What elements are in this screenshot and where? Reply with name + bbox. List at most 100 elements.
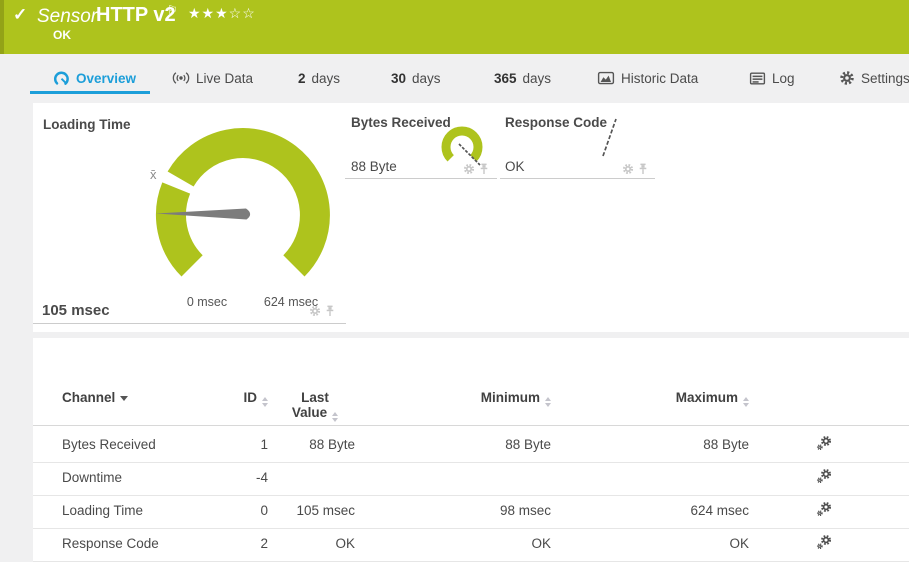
cell-id: 2 — [168, 536, 268, 551]
column-header-label: Last — [275, 390, 355, 405]
cell-min: 88 Byte — [431, 437, 551, 452]
average-marker: x̄ — [150, 167, 157, 182]
tab-label: days — [523, 71, 552, 86]
channel-settings-gears-icon[interactable] — [816, 435, 832, 451]
tab-label: Overview — [76, 71, 136, 86]
column-header-id[interactable]: ID — [168, 390, 268, 408]
active-tab-underline — [30, 91, 150, 94]
gauge-title-response-code: Response Code — [505, 115, 607, 130]
tile-divider — [500, 178, 655, 179]
gear-icon[interactable] — [463, 163, 475, 175]
tab-label: Live Data — [196, 71, 253, 86]
cell-min: OK — [431, 536, 551, 551]
cell-channel: Downtime — [62, 470, 122, 485]
tab-log[interactable]: Log — [749, 66, 795, 90]
pin-icon[interactable] — [479, 163, 489, 175]
priority-flag-icon[interactable]: ⚐ — [167, 3, 178, 17]
tab-30-days[interactable]: 30 days — [391, 66, 441, 90]
priority-stars[interactable]: ★★★☆☆ — [188, 5, 256, 22]
tab-settings[interactable]: Settings — [839, 66, 909, 90]
cell-max: OK — [629, 536, 749, 551]
tab-number: 30 — [391, 71, 406, 86]
channel-settings-gears-icon[interactable] — [816, 468, 832, 484]
column-header-label: Maximum — [676, 390, 738, 405]
log-icon — [749, 71, 766, 86]
channels-table-panel: Channel ID Last Value Minimum Maximum By… — [33, 338, 909, 562]
tab-number: 365 — [494, 71, 517, 86]
tab-label: Historic Data — [621, 71, 698, 86]
sort-icon — [332, 412, 338, 422]
sort-desc-icon — [120, 396, 128, 401]
cell-last: 105 msec — [255, 503, 355, 518]
sensor-status-badge: OK — [53, 28, 71, 42]
cell-max: 88 Byte — [629, 437, 749, 452]
bytes-received-value: 88 Byte — [351, 159, 397, 174]
column-header-minimum[interactable]: Minimum — [431, 390, 551, 408]
tab-overview[interactable]: Overview — [53, 66, 136, 90]
live-data-icon — [172, 70, 190, 86]
cell-channel: Bytes Received — [62, 437, 156, 452]
scale-min-label: 0 msec — [167, 295, 247, 309]
column-header-label: Value — [292, 405, 327, 420]
tile-divider — [33, 323, 346, 324]
tab-label: days — [312, 71, 341, 86]
cell-id: 1 — [168, 437, 268, 452]
cell-id: -4 — [168, 470, 268, 485]
tile-divider — [345, 178, 497, 179]
tab-historic-data[interactable]: Historic Data — [597, 66, 698, 90]
tab-label: Settings — [861, 71, 909, 86]
bytes-received-tile: Bytes Received 88 Byte — [345, 103, 497, 179]
column-header-maximum[interactable]: Maximum — [629, 390, 749, 408]
gear-icon[interactable] — [622, 163, 634, 175]
response-code-tile-actions — [622, 163, 648, 175]
column-header-label: ID — [244, 390, 258, 405]
row-divider — [33, 528, 909, 529]
cell-last: OK — [255, 536, 355, 551]
sort-icon — [262, 397, 268, 407]
response-code-gauge — [595, 116, 625, 161]
tab-number: 2 — [298, 71, 306, 86]
header-accent-strip — [0, 0, 4, 54]
gauge-icon — [53, 70, 70, 87]
sort-icon — [743, 397, 749, 407]
response-code-value: OK — [505, 159, 525, 174]
column-header-last-value[interactable]: Last Value — [275, 390, 355, 423]
column-header-label: Minimum — [481, 390, 540, 405]
tab-2-days[interactable]: 2 days — [298, 66, 340, 90]
gauge-title-loading-time: Loading Time — [43, 117, 131, 132]
pin-icon[interactable] — [638, 163, 648, 175]
channel-settings-gears-icon[interactable] — [816, 534, 832, 550]
sensor-kind-label: Sensor — [37, 6, 97, 28]
gauges-panel: Loading Time x̄ 0 msec 624 msec 105 msec — [33, 103, 909, 332]
settings-icon — [839, 70, 855, 86]
loading-time-gauge: x̄ — [138, 111, 348, 311]
tab-365-days[interactable]: 365 days — [494, 66, 551, 90]
sensor-title: HTTP v2 — [96, 4, 176, 27]
cell-id: 0 — [168, 503, 268, 518]
tab-label: days — [412, 71, 441, 86]
loading-time-value: 105 msec — [42, 302, 110, 319]
column-header-channel[interactable]: Channel — [62, 390, 128, 405]
gauge-needle — [603, 119, 616, 156]
row-divider — [33, 495, 909, 496]
cell-channel: Response Code — [62, 536, 159, 551]
tab-live-data[interactable]: Live Data — [172, 66, 253, 90]
sensor-header: ✓ Sensor HTTP v2 ⚐ ★★★☆☆ OK — [0, 0, 909, 54]
gear-icon[interactable] — [309, 305, 321, 317]
column-header-label: Channel — [62, 390, 115, 405]
sort-icon — [545, 397, 551, 407]
table-header-divider — [33, 425, 909, 426]
channel-settings-gears-icon[interactable] — [816, 501, 832, 517]
cell-last: 88 Byte — [255, 437, 355, 452]
cell-channel: Loading Time — [62, 503, 143, 518]
bytes-received-tile-actions — [463, 163, 489, 175]
row-divider — [33, 462, 909, 463]
status-ok-check-icon: ✓ — [13, 5, 27, 25]
historic-data-icon — [597, 70, 615, 86]
response-code-tile: Response Code OK — [500, 103, 655, 179]
pin-icon[interactable] — [325, 305, 335, 317]
prtg-sensor-page: ✓ Sensor HTTP v2 ⚐ ★★★☆☆ OK Overview Liv… — [0, 0, 909, 562]
cell-max: 624 msec — [629, 503, 749, 518]
tab-label: Log — [772, 71, 795, 86]
cell-min: 98 msec — [431, 503, 551, 518]
